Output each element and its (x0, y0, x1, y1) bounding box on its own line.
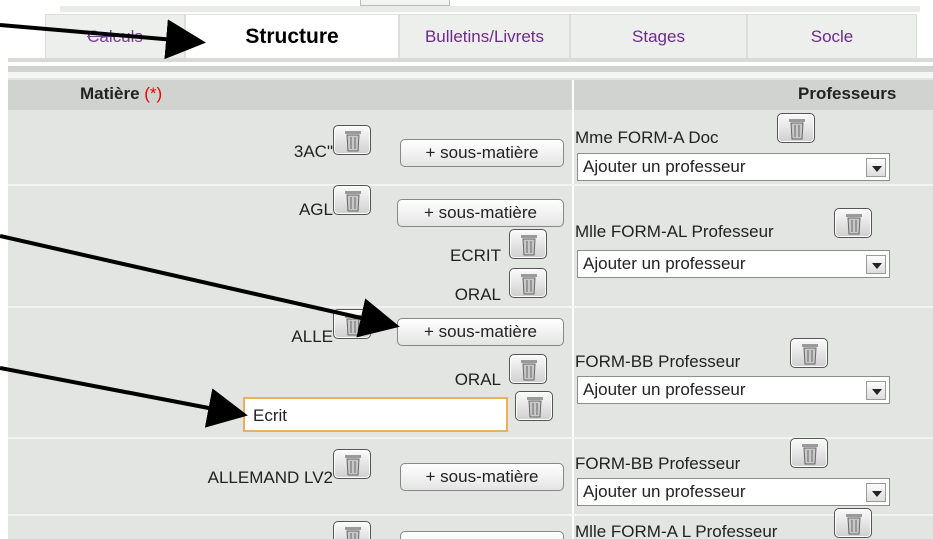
delete-professor-button[interactable] (790, 338, 828, 368)
delete-submatiere-button[interactable] (509, 354, 547, 384)
delete-submatiere-button[interactable] (509, 268, 547, 298)
subject-label: 3AC" (293, 142, 333, 161)
delete-professor-button[interactable] (777, 113, 815, 143)
select-value: Ajouter un professeur (583, 380, 746, 399)
select-value: Ajouter un professeur (583, 482, 746, 501)
professor-name: FORM-BB Professeur (575, 454, 741, 473)
professor-name: Mlle FORM-AL Professeur (575, 222, 774, 241)
add-submatiere-button[interactable]: + sous-matière (397, 318, 564, 346)
trash-icon (846, 214, 862, 235)
required-marker: (*) (144, 84, 163, 103)
delete-subject-button[interactable] (333, 449, 371, 479)
add-professor-select[interactable]: Ajouter un professeur (577, 153, 890, 181)
tab-calculs[interactable]: Calculs (45, 14, 185, 58)
chevron-down-icon[interactable] (866, 381, 886, 400)
trash-icon (345, 527, 361, 539)
trash-icon (521, 235, 537, 256)
trash-icon (521, 274, 537, 295)
input-value: Ecrit (253, 406, 287, 425)
submatiere-label: ECRIT (450, 246, 501, 265)
top-strip (0, 0, 933, 12)
tab-underline (8, 58, 933, 62)
delete-subject-button[interactable] (333, 309, 371, 339)
trash-icon (789, 119, 805, 140)
add-professor-select[interactable]: Ajouter un professeur (577, 376, 890, 404)
add-submatiere-button[interactable]: + sous-matière (400, 463, 564, 491)
add-submatiere-button[interactable]: + sous-matière (397, 199, 564, 227)
delete-professor-button[interactable] (834, 208, 872, 238)
row-separator (8, 306, 933, 308)
trash-icon (521, 360, 537, 381)
select-value: Ajouter un professeur (583, 254, 746, 273)
delete-professor-button[interactable] (834, 508, 872, 538)
professor-name: Mlle FORM-A L Professeur (575, 522, 778, 539)
trash-icon (802, 444, 818, 465)
add-submatiere-button[interactable]: + sous-matière (400, 139, 564, 167)
trash-icon (345, 455, 361, 476)
select-value: Ajouter un professeur (583, 157, 746, 176)
delete-professor-button[interactable] (790, 438, 828, 468)
partial-control[interactable] (360, 0, 450, 6)
delete-subject-button[interactable] (333, 521, 371, 539)
professor-name: FORM-BB Professeur (575, 352, 741, 371)
tab-bar-background (60, 6, 920, 12)
tab-bulletins-livrets[interactable]: Bulletins/Livrets (399, 14, 570, 58)
chevron-down-icon[interactable] (866, 158, 886, 177)
trash-icon (345, 191, 361, 212)
professor-name: Mme FORM-A Doc (575, 128, 719, 147)
trash-icon (802, 344, 818, 365)
submatiere-label: ORAL (454, 370, 501, 389)
row-separator (8, 514, 933, 516)
tab-structure[interactable]: Structure (185, 14, 399, 58)
add-professor-select[interactable]: Ajouter un professeur (577, 250, 890, 278)
trash-icon (345, 315, 361, 336)
delete-subject-button[interactable] (333, 185, 371, 215)
subject-label: ALLE (291, 327, 333, 346)
delete-submatiere-button[interactable] (509, 229, 547, 259)
chevron-down-icon[interactable] (866, 255, 886, 274)
trash-icon (846, 514, 862, 535)
subject-label: ALLEMAND LV2 (207, 468, 333, 487)
tab-socle[interactable]: Socle (747, 14, 917, 58)
trash-icon (527, 397, 543, 418)
column-separator (572, 80, 574, 539)
header-matiere: Matière (*) (80, 84, 163, 103)
delete-subject-button[interactable] (333, 125, 371, 155)
header-professeurs: Professeurs (798, 84, 897, 103)
tab-stages[interactable]: Stages (570, 14, 747, 58)
add-submatiere-button[interactable] (400, 531, 564, 539)
subject-label: AGL (298, 200, 333, 219)
add-professor-select[interactable]: Ajouter un professeur (577, 478, 890, 506)
table-header: Matière (*) Professeurs (8, 80, 933, 110)
row-separator (8, 184, 933, 186)
delete-submatiere-button[interactable] (515, 391, 553, 421)
new-submatiere-input[interactable]: Ecrit (243, 397, 508, 432)
chevron-down-icon[interactable] (866, 483, 886, 502)
trash-icon (345, 131, 361, 152)
submatiere-label: ORAL (454, 285, 501, 304)
